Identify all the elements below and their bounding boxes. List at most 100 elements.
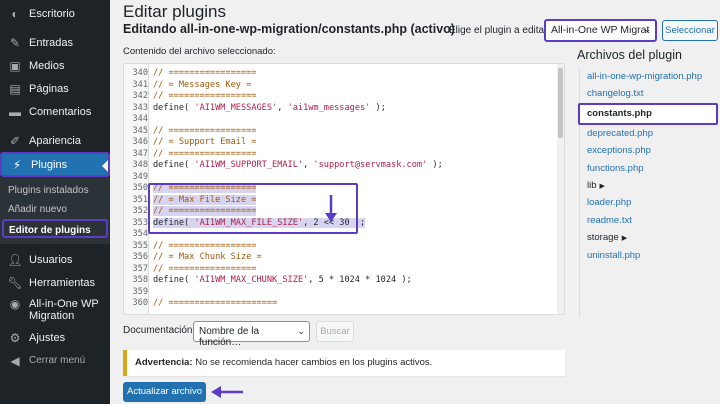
documentation-select-value: Nombre de la función… xyxy=(199,326,260,348)
migration-icon: ◉ xyxy=(9,297,21,311)
line-number: 340 xyxy=(132,68,148,78)
menu-comentarios[interactable]: ▬ Comentarios xyxy=(0,100,110,123)
code-line: 345 // ================= xyxy=(124,126,256,138)
line-text: // = Messages Key = xyxy=(153,79,252,90)
file-item[interactable]: exceptions.php xyxy=(580,142,720,159)
menu-label-line2: Migration xyxy=(29,310,75,322)
warning-notice: Advertencia: No se recomienda hacer camb… xyxy=(123,350,565,376)
brush-icon: ✐ xyxy=(9,133,21,148)
menu-label: Ajustes xyxy=(29,331,66,344)
wrench-icon: 🔧︎ xyxy=(7,275,23,290)
code-line: 360 // ===================== xyxy=(124,298,277,310)
file-item[interactable]: readme.txt xyxy=(580,212,720,229)
dashboard-icon: ◐ xyxy=(11,6,19,21)
comment-icon: ▬ xyxy=(9,104,21,119)
folder-name: storage xyxy=(587,232,619,244)
line-text: // ===================== xyxy=(153,298,278,308)
select-plugin-button[interactable]: Seleccionar xyxy=(662,20,718,41)
menu-usuarios[interactable]: 👤︎ Usuarios xyxy=(0,248,110,271)
line-number: 355 xyxy=(132,240,148,251)
line-number: 353 xyxy=(132,217,148,228)
menu-label: Escritorio xyxy=(29,7,75,20)
submenu-editor-de-plugins[interactable]: Editor de plugins xyxy=(2,219,108,238)
line-text: // ================= xyxy=(153,148,257,159)
menu-cerrar[interactable]: ◀ Cerrar menú xyxy=(0,349,110,372)
file-item-current[interactable]: constants.php xyxy=(578,102,718,125)
pin-icon: ✎ xyxy=(9,35,21,50)
file-item[interactable]: changelog.txt xyxy=(580,85,720,102)
plugin-select[interactable]: All-in-One WP Migrat ⌄ xyxy=(544,19,657,42)
line-number: 358 xyxy=(132,275,148,285)
line-text: define( 'AI1WM_MESSAGES', 'ai1wm_message… xyxy=(153,102,386,113)
menu-escritorio[interactable]: ◐ Escritorio xyxy=(0,2,110,25)
line-text: // ================= xyxy=(153,263,257,274)
line-number: 347 xyxy=(132,148,148,159)
choose-plugin-label: Elige el plugin a editar: xyxy=(449,25,551,36)
line-number: 360 xyxy=(132,298,148,308)
menu-label: Comentarios xyxy=(29,105,92,118)
code-line: 355 // ================= xyxy=(124,241,256,253)
update-file-button[interactable]: Actualizar archivo xyxy=(123,382,206,402)
line-text: // ================= xyxy=(153,240,257,251)
menu-apariencia[interactable]: ✐ Apariencia xyxy=(0,129,110,152)
submenu-anadir-nuevo[interactable]: Añadir nuevo xyxy=(0,200,110,219)
code-line: 356 // = Max Chunk Size = xyxy=(124,252,261,264)
chevron-down-icon: ⌄ xyxy=(643,24,651,34)
menu-herramientas[interactable]: 🔧︎ Herramientas xyxy=(0,271,110,294)
code-line: 349 xyxy=(124,172,153,184)
line-number: 345 xyxy=(132,125,148,136)
page-title: Editar plugins xyxy=(123,2,227,21)
code-line: 341 // = Messages Key = xyxy=(124,80,251,92)
file-item[interactable]: all-in-one-wp-migration.php xyxy=(580,68,720,85)
menu-ajustes[interactable]: ⚙ Ajustes xyxy=(0,326,110,349)
code-line: 342 // ================= xyxy=(124,91,256,103)
arrow-left-icon xyxy=(211,386,243,398)
folder-item[interactable]: storage ▶ xyxy=(580,229,720,246)
line-number: 346 xyxy=(132,137,148,147)
code-line: 357 // ================= xyxy=(124,264,256,276)
file-content-label: Contenido del archivo seleccionado: xyxy=(123,46,276,57)
code-line: 343 define( 'AI1WM_MESSAGES', 'ai1wm_mess… xyxy=(124,102,386,115)
line-number: 357 xyxy=(132,263,148,274)
line-number: 348 xyxy=(132,160,148,170)
menu-label: Usuarios xyxy=(29,253,73,266)
menu-all-in-one-wp-migration[interactable]: ◉ All-in-One WP Migration xyxy=(0,294,110,326)
line-text: define( 'AI1WM_SUPPORT_EMAIL', 'support@… xyxy=(153,160,443,170)
media-icon: ▣ xyxy=(9,58,21,73)
menu-entradas[interactable]: ✎ Entradas xyxy=(0,31,110,54)
submenu-plugins-instalados[interactable]: Plugins instalados xyxy=(0,181,110,200)
chevron-down-icon: ⌄ xyxy=(297,326,305,336)
search-docs-button[interactable]: Buscar xyxy=(316,321,354,342)
editor-scrollbar[interactable] xyxy=(557,64,564,314)
line-number: 343 xyxy=(132,102,148,113)
folder-name: lib xyxy=(587,179,597,191)
line-number: 349 xyxy=(132,171,148,182)
caret-right-icon: ▶ xyxy=(599,182,605,190)
line-number: 342 xyxy=(132,91,148,101)
arrow-down-icon xyxy=(325,195,337,222)
file-item[interactable]: functions.php xyxy=(580,160,720,177)
admin-sidebar: ◐ Escritorio ✎ Entradas ▣ Medios ▤ Págin… xyxy=(0,0,110,404)
menu-plugins[interactable]: ⚡ Plugins xyxy=(0,152,110,177)
file-item[interactable]: deprecated.php xyxy=(580,125,720,142)
menu-paginas[interactable]: ▤ Páginas xyxy=(0,77,110,100)
caret-right-icon: ▶ xyxy=(621,235,628,243)
file-item[interactable]: uninstall.php xyxy=(580,247,720,264)
page-icon: ▤ xyxy=(9,81,21,96)
plugin-file-list: all-in-one-wp-migration.php changelog.tx… xyxy=(578,68,720,318)
code-line: 344 xyxy=(124,114,153,126)
documentation-select[interactable]: Nombre de la función… ⌄ xyxy=(193,321,310,348)
plugins-submenu: Plugins instalados Añadir nuevo Editor d… xyxy=(0,177,110,244)
line-number: 352 xyxy=(132,206,148,216)
menu-label: Medios xyxy=(29,59,65,72)
file-item[interactable]: loader.php xyxy=(580,194,720,211)
code-line: 346 // = Support Email = xyxy=(124,137,256,149)
line-number: 354 xyxy=(132,229,148,239)
settings-icon: ⚙ xyxy=(9,330,21,345)
scrollbar-thumb[interactable] xyxy=(558,68,563,138)
notice-text: No se recomienda hacer cambios en los pl… xyxy=(192,357,433,368)
menu-label: All-in-One WP Migration xyxy=(29,298,99,322)
folder-item[interactable]: lib ▶ xyxy=(580,177,720,194)
menu-medios[interactable]: ▣ Medios xyxy=(0,54,110,77)
code-editor[interactable]: 340 // ================= 341 // = Messages … xyxy=(123,63,565,315)
